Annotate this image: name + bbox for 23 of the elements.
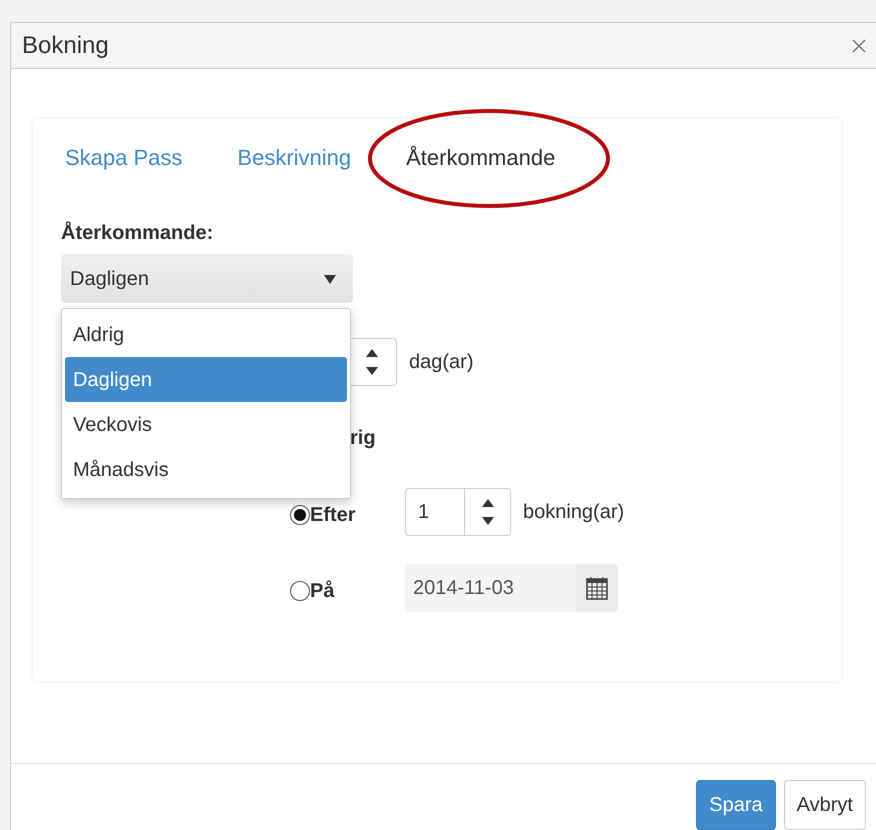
dialog-button[interactable]: Avbryt	[784, 780, 866, 830]
dialog-title: Bokning	[22, 30, 109, 60]
calendar-button[interactable]	[576, 564, 618, 612]
caret-icon	[324, 274, 336, 284]
radio-label: Efter	[310, 503, 356, 528]
close-icon[interactable]	[851, 38, 867, 54]
calendar-icon	[586, 576, 608, 600]
unit-label: dag(ar)	[409, 350, 474, 375]
section-heading: rig	[350, 426, 376, 450]
unit-label: bokning(ar)	[523, 500, 624, 525]
dialog-button[interactable]: Spara	[696, 780, 776, 830]
count-number-field[interactable]: 1	[405, 488, 511, 536]
field-label: Återkommande:	[61, 221, 214, 245]
tab[interactable]: Beskrivning	[237, 140, 352, 174]
dropdown-option[interactable]: Aldrig	[65, 312, 347, 357]
tab[interactable]: Skapa Pass	[65, 140, 182, 174]
radio-button[interactable]	[290, 581, 310, 601]
dropdown-option[interactable]: Dagligen	[65, 357, 347, 402]
dropdown-option[interactable]: Månadsvis	[65, 447, 347, 492]
radio-button[interactable]	[290, 505, 310, 525]
dropdown-option[interactable]: Veckovis	[65, 402, 347, 447]
radio-label: På	[310, 579, 334, 604]
recurrence-select[interactable]: Dagligen	[61, 254, 353, 303]
